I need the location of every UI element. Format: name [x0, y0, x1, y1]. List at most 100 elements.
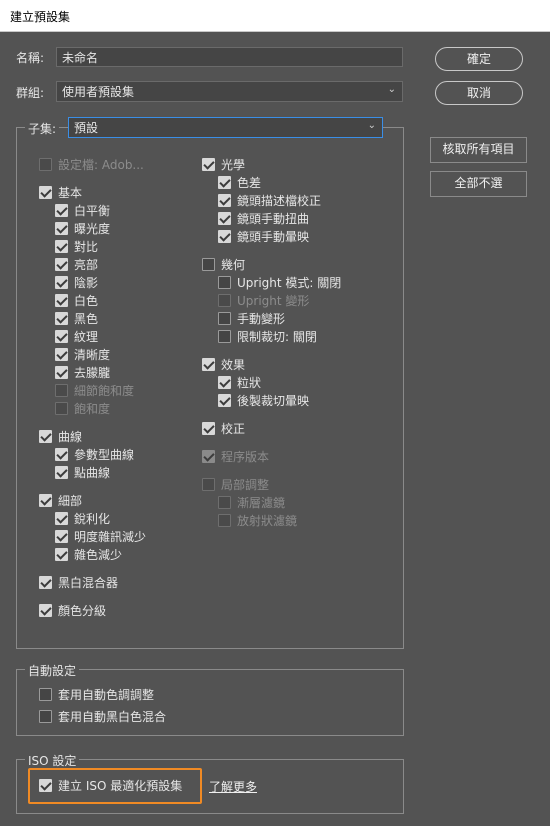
checkbox-checked-icon[interactable]: [55, 294, 68, 307]
checkbox-checked-icon[interactable]: [55, 222, 68, 235]
checkbox-label: 紋理: [74, 330, 99, 344]
subset-select[interactable]: 預設 ⌄: [68, 117, 383, 138]
checkbox-label: Upright 模式: 關閉: [237, 276, 342, 290]
checkbox-label: 參數型曲線: [74, 448, 135, 462]
checkbox-checked-icon[interactable]: [55, 204, 68, 217]
checkbox-unchecked-icon[interactable]: [218, 276, 231, 289]
checkbox-label: 後製裁切暈映: [237, 394, 310, 408]
checkbox-label: 鏡頭描述檔校正: [237, 194, 322, 208]
checkbox-unchecked-icon[interactable]: [218, 312, 231, 325]
checkbox-checked-icon[interactable]: [55, 466, 68, 479]
checkbox-label: 效果: [221, 358, 246, 372]
checkbox-label: 鏡頭手動扭曲: [237, 212, 310, 226]
checkbox-checked-icon[interactable]: [218, 212, 231, 225]
group-select-value: 使用者預設集: [62, 85, 135, 99]
checkbox-label: 套用自動黑白色混合: [58, 710, 167, 724]
checkbox-label: Upright 變形: [237, 294, 310, 308]
chevron-down-icon: ⌄: [367, 120, 376, 131]
checkbox-unchecked-icon: [55, 402, 68, 415]
checkbox-checked-icon[interactable]: [55, 312, 68, 325]
checkbox-label: 鏡頭手動暈映: [237, 230, 310, 244]
checkbox-label: 顏色分級: [58, 604, 107, 618]
check-all-button[interactable]: 核取所有項目: [430, 137, 527, 163]
checkbox-unchecked-icon[interactable]: [218, 330, 231, 343]
checkbox-checked-icon[interactable]: [202, 158, 215, 171]
checkbox-label: 白平衡: [74, 204, 111, 218]
subset-label: 子集:: [25, 120, 60, 137]
checkbox-label: 漸層濾鏡: [237, 496, 286, 510]
checkbox-label: 細部: [58, 494, 83, 508]
checkbox-unchecked-icon: [218, 514, 231, 527]
checkbox-label: 明度雜訊減少: [74, 530, 147, 544]
checkbox-checked-icon[interactable]: [55, 240, 68, 253]
checkbox-label: 點曲線: [74, 466, 111, 480]
checkbox-checked-icon[interactable]: [218, 394, 231, 407]
checkbox-checked-icon[interactable]: [55, 530, 68, 543]
checkbox-unchecked-icon[interactable]: [39, 688, 52, 701]
checkbox-label: 校正: [221, 422, 246, 436]
checkbox-checked-icon[interactable]: [39, 576, 52, 589]
checkbox-label: 粒狀: [237, 376, 262, 390]
checkbox-checked-icon[interactable]: [218, 176, 231, 189]
checkbox-checked-icon[interactable]: [39, 604, 52, 617]
checkbox-label: 去朦朧: [74, 366, 111, 380]
checkbox-label: 手動變形: [237, 312, 286, 326]
checkbox-checked-icon[interactable]: [39, 494, 52, 507]
checkbox-label: 建立 ISO 最適化預設集: [58, 779, 183, 793]
group-select[interactable]: 使用者預設集 ⌄: [56, 81, 403, 102]
check-none-button[interactable]: 全部不選: [430, 171, 527, 197]
checkbox-checked-icon[interactable]: [55, 548, 68, 561]
checkbox-checked-icon[interactable]: [55, 366, 68, 379]
checkbox-label: 黑白混合器: [58, 576, 119, 590]
checkbox-label: 設定檔: Adob...: [58, 158, 144, 172]
checkbox-label: 銳利化: [74, 512, 111, 526]
checkbox-checked-icon[interactable]: [39, 779, 52, 792]
ok-button[interactable]: 確定: [435, 47, 523, 71]
checkbox-label: 陰影: [74, 276, 99, 290]
checkbox-label: 套用自動色調調整: [58, 688, 155, 702]
checkbox-unchecked-icon[interactable]: [39, 710, 52, 723]
checkbox-label: 黑色: [74, 312, 99, 326]
checkbox-label: 飽和度: [74, 402, 111, 416]
checkbox-checked-icon[interactable]: [55, 512, 68, 525]
iso-settings-label: ISO 設定: [25, 752, 80, 769]
cancel-button[interactable]: 取消: [435, 81, 523, 105]
group-label: 群組:: [16, 86, 45, 100]
checkbox-label: 光學: [221, 158, 246, 172]
subset-select-value: 預設: [74, 121, 99, 135]
name-input[interactable]: 未命名: [56, 47, 403, 67]
checkbox-label: 程序版本: [221, 450, 270, 464]
learn-more-link[interactable]: 了解更多: [209, 778, 257, 795]
checkbox-checked-icon[interactable]: [55, 258, 68, 271]
checkbox-checked-icon[interactable]: [202, 422, 215, 435]
checkbox-checked-icon[interactable]: [218, 376, 231, 389]
checkbox-label: 放射狀濾鏡: [237, 514, 298, 528]
checkbox-checked-icon[interactable]: [39, 186, 52, 199]
checkbox-label: 曲線: [58, 430, 83, 444]
checkbox-checked-icon[interactable]: [55, 448, 68, 461]
checkbox-checked-icon[interactable]: [55, 348, 68, 361]
checkbox-unchecked-icon: [218, 496, 231, 509]
checkbox-checked-icon[interactable]: [218, 194, 231, 207]
checkbox-checked-icon[interactable]: [55, 276, 68, 289]
window-title: 建立預設集: [10, 10, 71, 24]
checkbox-label: 幾何: [221, 258, 246, 272]
name-label: 名稱:: [16, 51, 45, 65]
checkbox-unchecked-icon[interactable]: [202, 258, 215, 271]
auto-settings-label: 自動設定: [25, 662, 80, 679]
checkbox-label: 限制裁切: 關閉: [237, 330, 317, 344]
checkbox-unchecked-icon: [39, 158, 52, 171]
checkbox-label: 對比: [74, 240, 99, 254]
checkbox-checked-icon[interactable]: [39, 430, 52, 443]
checkbox-label: 清晰度: [74, 348, 111, 362]
checkbox-unchecked-icon: [218, 294, 231, 307]
checkbox-checked-icon: [202, 450, 215, 463]
checkbox-unchecked-icon: [55, 384, 68, 397]
checkbox-checked-icon[interactable]: [202, 358, 215, 371]
chevron-down-icon: ⌄: [387, 84, 396, 95]
checkbox-checked-icon[interactable]: [55, 330, 68, 343]
checkbox-label: 基本: [58, 186, 83, 200]
checkbox-label: 白色: [74, 294, 99, 308]
checkbox-checked-icon[interactable]: [218, 230, 231, 243]
checkbox-label: 雜色減少: [74, 548, 123, 562]
